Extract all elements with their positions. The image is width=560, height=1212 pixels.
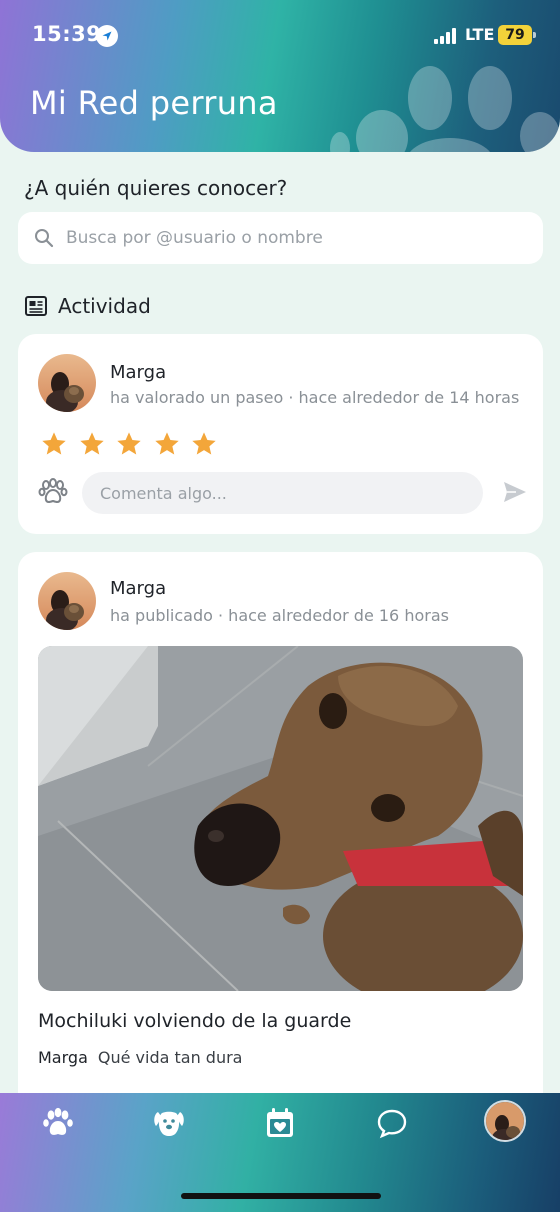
search-heading: ¿A quién quieres conocer? (24, 176, 288, 200)
battery-indicator: 79 (498, 25, 536, 45)
network-type: LTE (465, 25, 495, 44)
user-name[interactable]: Marga (110, 362, 166, 383)
avatar[interactable] (38, 354, 96, 412)
send-icon[interactable] (502, 480, 528, 504)
calendar-heart-icon (267, 1108, 293, 1137)
activity-card-post: Marga ha publicado · hace alrededor de 1… (18, 552, 543, 1112)
comment-row (38, 470, 528, 514)
star-icon (117, 432, 141, 455)
activity-meta: ha valorado un paseo · hace alrededor de… (110, 388, 520, 407)
activity-section-title: Actividad (24, 292, 151, 320)
star-icon (192, 432, 216, 455)
dog-face-icon (154, 1111, 184, 1136)
newspaper-icon (25, 296, 47, 316)
tab-messages[interactable] (370, 1101, 414, 1145)
paw-icon (43, 1107, 73, 1135)
comment-input[interactable] (82, 472, 483, 514)
location-arrow-icon (96, 25, 118, 47)
tab-feed[interactable] (36, 1101, 80, 1145)
page-title: Mi Red perruna (30, 84, 278, 122)
comment-user[interactable]: Marga (38, 1048, 88, 1067)
rating-stars (40, 430, 228, 458)
search-input[interactable] (66, 220, 526, 256)
avatar[interactable] (38, 572, 96, 630)
star-icon (79, 432, 104, 455)
chat-bubble-icon (377, 1109, 407, 1139)
comment-item: Marga Qué vida tan dura (38, 1048, 242, 1067)
comment-text: Qué vida tan dura (97, 1048, 243, 1067)
tab-calendar[interactable] (258, 1101, 302, 1145)
star-icon (154, 432, 179, 455)
search-box[interactable] (18, 212, 543, 264)
user-name[interactable]: Marga (110, 578, 166, 599)
profile-avatar[interactable] (484, 1100, 526, 1142)
activity-card-rating: Marga ha valorado un paseo · hace alrede… (18, 334, 543, 534)
activity-meta: ha publicado · hace alrededor de 16 hora… (110, 606, 449, 625)
search-icon (35, 229, 54, 248)
status-bar: 15:39 LTE 79 (0, 22, 560, 50)
app-header: 15:39 LTE 79 Mi Red perruna (0, 0, 560, 152)
post-photo[interactable] (38, 646, 523, 991)
paw-icon[interactable] (38, 478, 68, 506)
star-icon (42, 432, 66, 455)
signal-bars-icon (434, 28, 460, 44)
status-time: 15:39 (32, 22, 102, 46)
post-caption: Mochiluki volviendo de la guarde (38, 1010, 352, 1032)
paw-pattern-icon (330, 66, 560, 152)
activity-title: Actividad (58, 294, 151, 318)
home-indicator (181, 1193, 381, 1199)
tab-dogs[interactable] (147, 1101, 191, 1145)
